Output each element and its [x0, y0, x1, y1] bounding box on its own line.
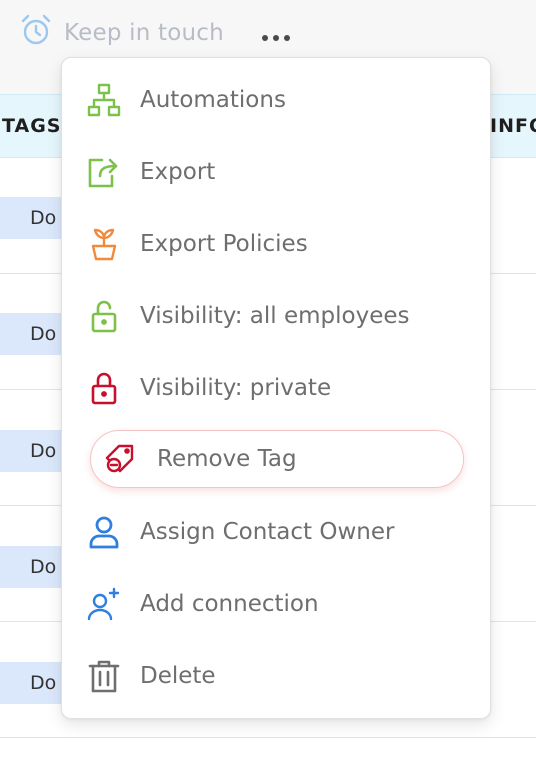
- menu-item-label: Visibility: all employees: [140, 303, 410, 329]
- column-header-tags[interactable]: TAGS: [2, 115, 61, 137]
- menu-item-add-connection[interactable]: Add connection: [87, 578, 472, 630]
- more-options-button[interactable]: [254, 24, 298, 52]
- more-dots-icon: [262, 35, 268, 41]
- plant-pot-icon: [80, 220, 128, 268]
- tag-remove-icon: [97, 435, 145, 483]
- menu-item-label: Assign Contact Owner: [140, 519, 395, 545]
- menu-item-remove-tag[interactable]: Remove Tag: [90, 430, 464, 488]
- sitemap-icon: [80, 76, 128, 124]
- menu-item-label: Delete: [140, 663, 216, 689]
- menu-item-label: Export Policies: [140, 231, 308, 257]
- user-plus-icon: [80, 580, 128, 628]
- keep-in-touch-button[interactable]: Keep in touch: [18, 14, 224, 50]
- keep-in-touch-label: Keep in touch: [64, 20, 224, 46]
- trash-icon: [80, 652, 128, 700]
- user-icon: [80, 508, 128, 556]
- menu-item-export[interactable]: Export: [88, 146, 472, 198]
- lock-icon: [80, 364, 128, 412]
- menu-item-visibility-private[interactable]: Visibility: private: [91, 362, 472, 414]
- unlock-icon: [80, 292, 128, 340]
- menu-item-visibility-all-employees[interactable]: Visibility: all employees: [91, 290, 472, 342]
- menu-item-automations[interactable]: Automations: [87, 74, 472, 126]
- menu-item-assign-contact-owner[interactable]: Assign Contact Owner: [89, 506, 472, 558]
- column-header-info[interactable]: INFO: [490, 115, 536, 137]
- menu-item-label: Visibility: private: [140, 375, 332, 401]
- menu-item-label: Remove Tag: [157, 446, 297, 472]
- menu-item-label: Automations: [140, 87, 286, 113]
- menu-item-export-policies[interactable]: Export Policies: [91, 218, 472, 270]
- actions-dropdown-menu: Automations Export Export Policies Visib…: [61, 57, 491, 719]
- export-icon: [80, 148, 128, 196]
- menu-item-label: Export: [140, 159, 216, 185]
- menu-item-label: Add connection: [140, 591, 319, 617]
- alarm-clock-icon: [18, 12, 54, 54]
- menu-item-delete[interactable]: Delete: [88, 650, 472, 702]
